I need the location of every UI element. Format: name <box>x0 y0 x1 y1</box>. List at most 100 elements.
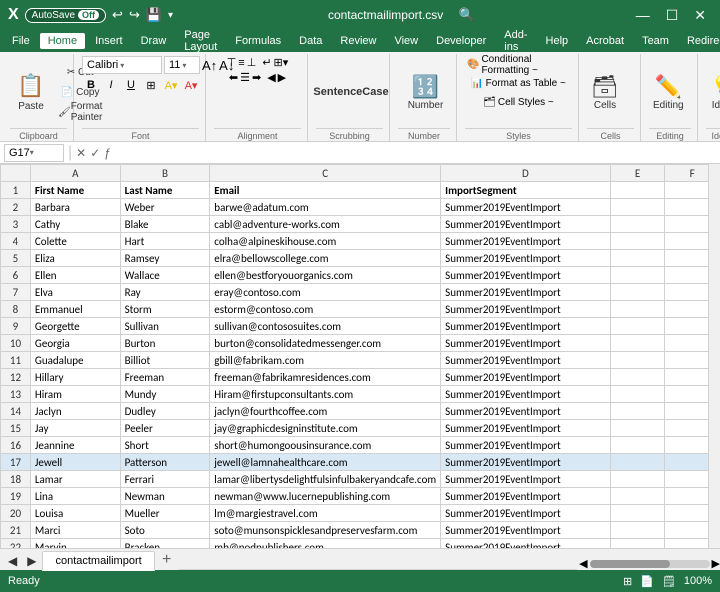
cell-21-2[interactable]: soto@munsonspicklesandpreservesfarm.com <box>210 522 441 539</box>
cell-9-0[interactable]: Georgette <box>30 318 120 335</box>
cell-22-0[interactable]: Marvin <box>30 539 120 549</box>
align-bottom-btn[interactable]: ⊥ <box>247 56 257 69</box>
menu-addins[interactable]: Add-ins <box>496 27 535 55</box>
view-layout-icon[interactable]: 📄 <box>640 575 654 588</box>
row-number-20[interactable]: 20 <box>1 505 31 522</box>
row-number-14[interactable]: 14 <box>1 403 31 420</box>
cell-12-3[interactable]: Summer2019EventImport <box>441 369 611 386</box>
row-number-15[interactable]: 15 <box>1 420 31 437</box>
cell-8-3[interactable]: Summer2019EventImport <box>441 301 611 318</box>
cell-10-3[interactable]: Summer2019EventImport <box>441 335 611 352</box>
cell-6-2[interactable]: ellen@bestforyouorganics.com <box>210 267 441 284</box>
underline-button[interactable]: U <box>122 76 140 94</box>
cell-20-2[interactable]: lm@margiestravel.com <box>210 505 441 522</box>
row-number-6[interactable]: 6 <box>1 267 31 284</box>
cell-21-0[interactable]: Marci <box>30 522 120 539</box>
cell-20-4[interactable] <box>610 505 665 522</box>
minimize-btn[interactable]: — <box>630 5 656 25</box>
table-row[interactable]: 19LinaNewmannewman@www.lucernepublishing… <box>1 488 720 505</box>
cell-2-1[interactable]: Weber <box>120 199 210 216</box>
cell-12-4[interactable] <box>610 369 665 386</box>
align-top-btn[interactable]: ⊤ <box>227 56 237 69</box>
close-btn[interactable]: ✕ <box>688 5 712 26</box>
cell-1-3[interactable]: ImportSegment <box>441 182 611 199</box>
editing-button[interactable]: ✏️ Editing <box>649 63 688 121</box>
cell-14-1[interactable]: Dudley <box>120 403 210 420</box>
cell-18-1[interactable]: Ferrari <box>120 471 210 488</box>
cell-6-0[interactable]: Ellen <box>30 267 120 284</box>
cell-15-0[interactable]: Jay <box>30 420 120 437</box>
table-row[interactable]: 9GeorgetteSullivansullivan@contososuites… <box>1 318 720 335</box>
table-row[interactable]: 3CathyBlakecabl@adventure-works.comSumme… <box>1 216 720 233</box>
row-number-17[interactable]: 17 <box>1 454 31 471</box>
border-button[interactable]: ⊞ <box>142 76 160 94</box>
menu-formulas[interactable]: Formulas <box>227 33 289 49</box>
menu-help[interactable]: Help <box>538 33 577 49</box>
cell-19-0[interactable]: Lina <box>30 488 120 505</box>
cell-2-3[interactable]: Summer2019EventImport <box>441 199 611 216</box>
cell-18-2[interactable]: lamar@libertysdelightfulsinfulbakeryandc… <box>210 471 441 488</box>
cell-3-1[interactable]: Blake <box>120 216 210 233</box>
confirm-formula-icon[interactable]: ✓ <box>90 146 100 160</box>
cell-1-0[interactable]: First Name <box>30 182 120 199</box>
cell-10-0[interactable]: Georgia <box>30 335 120 352</box>
cell-20-1[interactable]: Mueller <box>120 505 210 522</box>
cell-7-0[interactable]: Elva <box>30 284 120 301</box>
menu-acrobat[interactable]: Acrobat <box>578 33 632 49</box>
format-as-table-button[interactable]: 📊 Format as Table ~ <box>469 75 568 92</box>
row-number-16[interactable]: 16 <box>1 437 31 454</box>
cell-19-2[interactable]: newman@www.lucernepublishing.com <box>210 488 441 505</box>
row-number-4[interactable]: 4 <box>1 233 31 250</box>
cell-12-2[interactable]: freeman@fabrikamresidences.com <box>210 369 441 386</box>
cell-11-1[interactable]: Billiot <box>120 352 210 369</box>
cell-22-4[interactable] <box>610 539 665 549</box>
scroll-right-icon[interactable]: ▶ <box>712 557 720 570</box>
cell-15-4[interactable] <box>610 420 665 437</box>
cell-18-4[interactable] <box>610 471 665 488</box>
table-row[interactable]: 1First NameLast NameEmailImportSegment <box>1 182 720 199</box>
cell-1-2[interactable]: Email <box>210 182 441 199</box>
cell-15-3[interactable]: Summer2019EventImport <box>441 420 611 437</box>
cell-19-4[interactable] <box>610 488 665 505</box>
conditional-formatting-button[interactable]: 🎨 Conditional Formatting ~ <box>465 56 572 73</box>
cell-4-0[interactable]: Colette <box>30 233 120 250</box>
table-row[interactable]: 13HiramMundyHiram@firstupconsultants.com… <box>1 386 720 403</box>
sheet-tab-contactmailimport[interactable]: contactmailimport <box>42 551 154 571</box>
cell-17-2[interactable]: jewell@lamnahealthcare.com <box>210 454 441 471</box>
cell-7-1[interactable]: Ray <box>120 284 210 301</box>
cell-17-3[interactable]: Summer2019EventImport <box>441 454 611 471</box>
scroll-tabs-right[interactable]: ▶ <box>23 552 40 570</box>
cell-3-3[interactable]: Summer2019EventImport <box>441 216 611 233</box>
cell-4-3[interactable]: Summer2019EventImport <box>441 233 611 250</box>
table-row[interactable]: 12HillaryFreemanfreeman@fabrikamresidenc… <box>1 369 720 386</box>
table-row[interactable]: 2BarbaraWeberbarwe@adatum.comSummer2019E… <box>1 199 720 216</box>
wrap-text-btn[interactable]: ↵ <box>262 56 271 69</box>
menu-review[interactable]: Review <box>332 33 384 49</box>
cell-13-1[interactable]: Mundy <box>120 386 210 403</box>
cell-10-1[interactable]: Burton <box>120 335 210 352</box>
align-middle-btn[interactable]: ≡ <box>238 57 244 69</box>
row-number-11[interactable]: 11 <box>1 352 31 369</box>
cell-16-1[interactable]: Short <box>120 437 210 454</box>
indent-decrease-btn[interactable]: ◀ <box>267 71 275 84</box>
row-number-9[interactable]: 9 <box>1 318 31 335</box>
maximize-btn[interactable]: ☐ <box>660 5 685 26</box>
cell-20-0[interactable]: Louisa <box>30 505 120 522</box>
scroll-tabs-left[interactable]: ◀ <box>4 552 21 570</box>
row-number-13[interactable]: 13 <box>1 386 31 403</box>
table-row[interactable]: 6EllenWallaceellen@bestforyouorganics.co… <box>1 267 720 284</box>
cell-22-2[interactable]: mb@nodpublishers.com <box>210 539 441 549</box>
cell-8-4[interactable] <box>610 301 665 318</box>
view-normal-icon[interactable]: ⊞ <box>623 575 632 588</box>
cell-13-4[interactable] <box>610 386 665 403</box>
menu-file[interactable]: File <box>4 33 38 49</box>
cell-12-1[interactable]: Freeman <box>120 369 210 386</box>
cell-18-0[interactable]: Lamar <box>30 471 120 488</box>
cell-11-2[interactable]: gbill@fabrikam.com <box>210 352 441 369</box>
row-number-12[interactable]: 12 <box>1 369 31 386</box>
cell-17-0[interactable]: Jewell <box>30 454 120 471</box>
table-row[interactable]: 15JayPeelerjay@graphicdesigninstitute.co… <box>1 420 720 437</box>
cell-7-3[interactable]: Summer2019EventImport <box>441 284 611 301</box>
cell-5-3[interactable]: Summer2019EventImport <box>441 250 611 267</box>
cell-3-4[interactable] <box>610 216 665 233</box>
